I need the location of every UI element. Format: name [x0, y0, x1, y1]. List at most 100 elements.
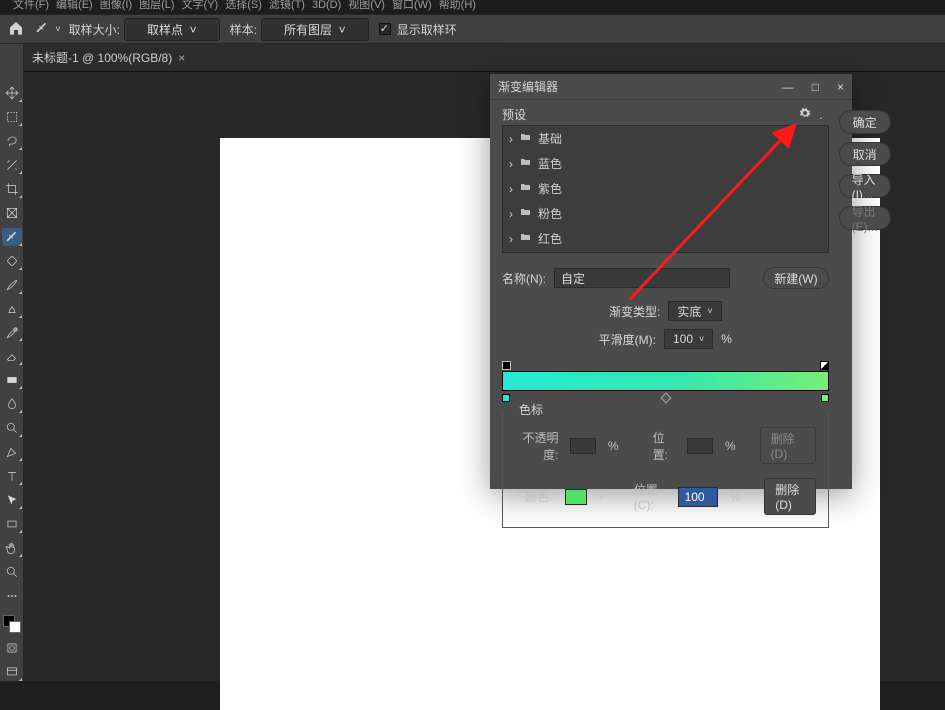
- main-menu-bar: 文件(F) 编辑(E) 图像(I) 图层(L) 文字(Y) 选择(S) 滤镜(T…: [0, 0, 945, 14]
- document-tab-title: 未标题-1 @ 100%(RGB/8): [32, 49, 172, 66]
- menu-view[interactable]: 视图(V): [345, 0, 388, 11]
- color-swatch[interactable]: [565, 489, 587, 505]
- presets-list[interactable]: › 基础 › 蓝色 › 紫色 › 粉色: [502, 125, 829, 253]
- brush-tool-icon[interactable]: [2, 276, 22, 294]
- path-selection-tool-icon[interactable]: [2, 491, 22, 509]
- background-swatch[interactable]: [9, 621, 21, 633]
- preset-folder[interactable]: › 紫色: [503, 176, 828, 201]
- blur-tool-icon[interactable]: [2, 395, 22, 413]
- opacity-stop[interactable]: [502, 361, 511, 370]
- wand-tool-icon[interactable]: [2, 156, 22, 174]
- dialog-titlebar[interactable]: 渐变编辑器 — □ ×: [490, 74, 852, 100]
- delete-color-stop-button[interactable]: 删除(D): [764, 478, 815, 515]
- export-button: 导出(E)...: [839, 206, 891, 230]
- eyedropper-tool-icon-selected[interactable]: [2, 228, 22, 246]
- tool-panel: [0, 44, 24, 681]
- gradient-bar[interactable]: [502, 371, 829, 391]
- color-swatches[interactable]: [3, 615, 21, 633]
- gradient-name-input[interactable]: [554, 268, 730, 288]
- document-tab[interactable]: 未标题-1 @ 100%(RGB/8) ×: [24, 49, 193, 66]
- window-minimize-icon[interactable]: —: [782, 80, 794, 94]
- window-close-icon[interactable]: ×: [837, 80, 844, 94]
- sample-size-label: 取样大小:: [69, 21, 120, 38]
- midpoint-stop[interactable]: [660, 392, 671, 403]
- import-button[interactable]: 导入(I)...: [839, 174, 891, 198]
- history-brush-tool-icon[interactable]: [2, 324, 22, 342]
- position-value-disabled: [687, 438, 712, 454]
- preset-folder[interactable]: › 基础: [503, 126, 828, 151]
- healing-brush-tool-icon[interactable]: [2, 252, 22, 270]
- edit-toolbar-icon[interactable]: [2, 587, 22, 605]
- preset-folder-label: 粉色: [538, 205, 562, 222]
- chevron-right-icon: ›: [509, 157, 513, 171]
- frame-tool-icon[interactable]: [2, 204, 22, 222]
- menu-file[interactable]: 文件(F): [10, 0, 52, 11]
- dialog-title: 渐变编辑器: [498, 78, 558, 95]
- opacity-stop[interactable]: [820, 361, 829, 370]
- eyedropper-tool-icon[interactable]: ˅: [34, 21, 59, 38]
- pen-tool-icon[interactable]: [2, 443, 22, 461]
- menu-window[interactable]: 窗口(W): [389, 0, 435, 11]
- gradient-type-select[interactable]: 实底˅: [668, 301, 721, 321]
- ok-button[interactable]: 确定: [839, 110, 891, 134]
- preset-folder-label: 蓝色: [538, 155, 562, 172]
- menu-edit[interactable]: 编辑(E): [53, 0, 96, 11]
- name-label: 名称(N):: [502, 270, 546, 287]
- eraser-tool-icon[interactable]: [2, 347, 22, 365]
- home-icon[interactable]: [8, 20, 24, 39]
- document-tab-close-icon[interactable]: ×: [178, 51, 185, 65]
- marquee-tool-icon[interactable]: [2, 108, 22, 126]
- chevron-right-icon: ›: [509, 207, 513, 221]
- color-stop[interactable]: [502, 394, 510, 402]
- new-button[interactable]: 新建(W): [763, 267, 828, 289]
- preset-folder[interactable]: › 红色: [503, 226, 828, 251]
- folder-icon: [519, 181, 532, 196]
- preset-folder[interactable]: › 蓝色: [503, 151, 828, 176]
- menu-select[interactable]: 选择(S): [222, 0, 265, 11]
- crop-tool-icon[interactable]: [2, 180, 22, 198]
- gradient-type-label: 渐变类型:: [609, 303, 660, 320]
- color-stop[interactable]: [821, 394, 829, 402]
- gradient-ramp[interactable]: [502, 361, 829, 413]
- menu-filter[interactable]: 滤镜(T): [266, 0, 308, 11]
- zoom-tool-icon[interactable]: [2, 563, 22, 581]
- cancel-button[interactable]: 取消: [839, 142, 891, 166]
- quick-mask-icon[interactable]: [2, 639, 22, 657]
- screen-mode-icon[interactable]: [2, 663, 22, 681]
- percent-label: %: [730, 490, 741, 504]
- menu-image[interactable]: 图像(I): [97, 0, 135, 11]
- percent-label: %: [721, 332, 732, 346]
- options-bar: ˅ 取样大小: 取样点 ˅ 样本: 所有图层 ˅ 显示取样环: [0, 14, 945, 44]
- sample-target-select[interactable]: 所有图层 ˅: [261, 18, 369, 41]
- preset-folder-label: 基础: [538, 130, 562, 147]
- window-maximize-icon[interactable]: □: [812, 80, 819, 94]
- chevron-right-icon: ›: [509, 232, 513, 246]
- menu-3d[interactable]: 3D(D): [309, 0, 344, 11]
- clone-stamp-tool-icon[interactable]: [2, 300, 22, 318]
- hand-tool-icon[interactable]: [2, 539, 22, 557]
- menu-layer[interactable]: 图层(L): [136, 0, 177, 11]
- smoothness-input[interactable]: 100˅: [664, 329, 713, 349]
- menu-help[interactable]: 帮助(H): [436, 0, 479, 11]
- type-tool-icon[interactable]: [2, 467, 22, 485]
- gradient-tool-icon[interactable]: [2, 371, 22, 389]
- smoothness-label: 平滑度(M):: [599, 331, 656, 348]
- menu-type[interactable]: 文字(Y): [179, 0, 222, 11]
- delete-opacity-stop-button: 删除(D): [760, 427, 816, 464]
- presets-flyout-icon[interactable]: .: [819, 108, 822, 122]
- document-tab-bar: 未标题-1 @ 100%(RGB/8) ×: [0, 44, 945, 72]
- percent-label: %: [725, 439, 736, 453]
- rectangle-tool-icon[interactable]: [2, 515, 22, 533]
- lasso-tool-icon[interactable]: [2, 132, 22, 150]
- show-sampling-ring-checkbox[interactable]: [379, 23, 391, 35]
- show-sampling-ring-label: 显示取样环: [397, 21, 457, 38]
- position-input[interactable]: [678, 487, 718, 507]
- preset-folder[interactable]: › 粉色: [503, 201, 828, 226]
- dodge-tool-icon[interactable]: [2, 419, 22, 437]
- sample-size-select[interactable]: 取样点 ˅: [124, 18, 220, 41]
- opacity-value-disabled: [570, 438, 595, 454]
- sample-target-label: 样本:: [230, 21, 257, 38]
- gear-icon[interactable]: [799, 107, 811, 122]
- move-tool-icon[interactable]: [2, 84, 22, 102]
- preset-folder-label: 紫色: [538, 180, 562, 197]
